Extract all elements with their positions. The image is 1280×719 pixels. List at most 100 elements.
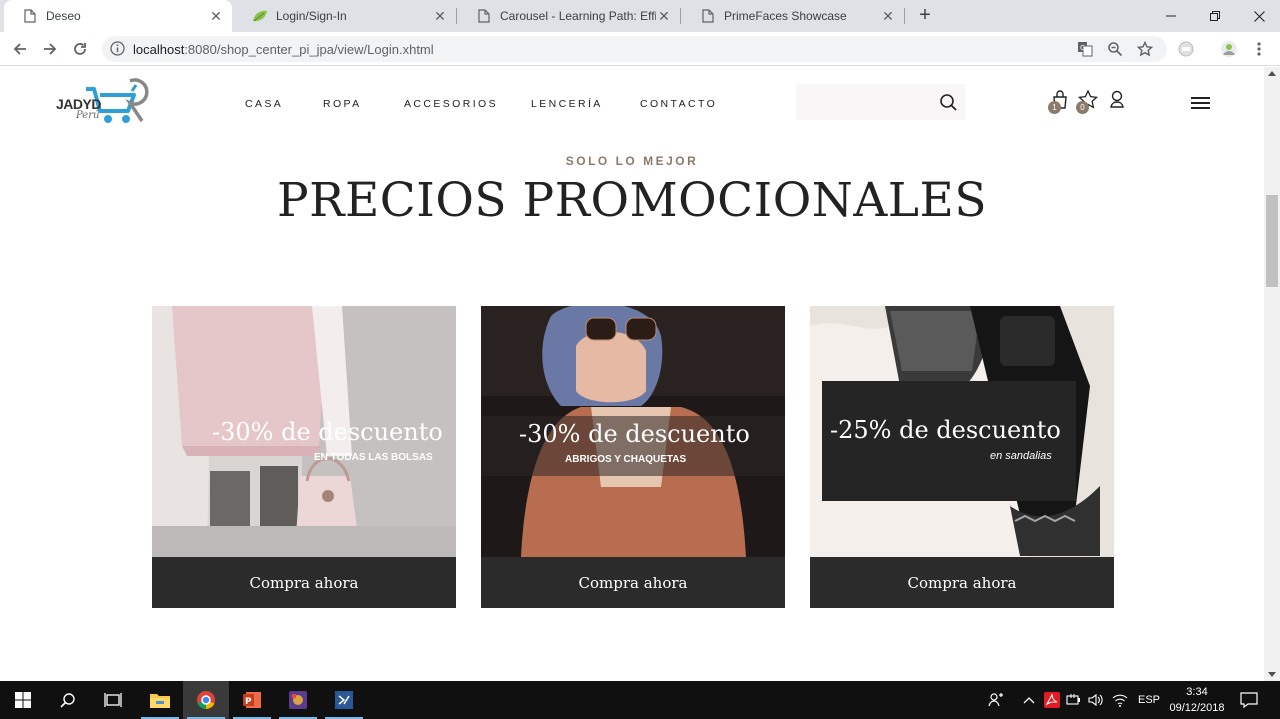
scroll-thumb[interactable] xyxy=(1266,195,1278,287)
site-logo[interactable]: JADYD Perú xyxy=(56,75,158,131)
nav-ropa[interactable]: ROPA xyxy=(323,98,362,110)
promo-card-coats: -30% de descuento ABRIGOS Y CHAQUETAS Co… xyxy=(481,306,785,608)
brand-subtitle: Perú xyxy=(76,110,100,121)
folder-icon xyxy=(150,694,170,708)
tab-login[interactable]: Login/Sign-In ✕ xyxy=(234,0,456,32)
wishlist-button[interactable]: 0 xyxy=(1076,89,1099,114)
nav-casa[interactable]: CASA xyxy=(245,98,283,110)
game-icon xyxy=(289,691,307,709)
back-button[interactable] xyxy=(8,37,32,61)
bookmark-star-icon[interactable] xyxy=(1137,41,1153,57)
battery-icon[interactable] xyxy=(1066,681,1082,719)
scroll-up-icon[interactable] xyxy=(1268,71,1276,76)
tab-primefaces[interactable]: PrimeFaces Showcase ✕ xyxy=(682,0,904,32)
tab-bar: Deseo ✕ Login/Sign-In ✕ Carousel - Learn… xyxy=(0,0,1280,32)
wifi-icon[interactable] xyxy=(1112,681,1128,719)
page-icon xyxy=(476,8,492,24)
promo-subtitle: ABRIGOS Y CHAQUETAS xyxy=(565,454,687,465)
tab-divider xyxy=(456,8,457,24)
notifications-icon[interactable] xyxy=(1240,681,1258,719)
tab-title: Carousel - Learning Path: Efficien xyxy=(500,9,656,23)
info-icon[interactable] xyxy=(110,41,125,61)
search-input[interactable] xyxy=(796,84,936,120)
user-icon xyxy=(1110,90,1124,108)
tab-deseo[interactable]: Deseo ✕ xyxy=(4,0,232,32)
buy-now-button[interactable]: Compra ahora xyxy=(810,557,1114,608)
promo-discount: -30% de descuento xyxy=(519,420,750,448)
promo-image-coats[interactable]: -30% de descuento ABRIGOS Y CHAQUETAS xyxy=(481,306,785,557)
tab-carousel[interactable]: Carousel - Learning Path: Efficien ✕ xyxy=(458,0,680,32)
start-button[interactable] xyxy=(0,681,46,719)
game-app-button[interactable] xyxy=(275,681,321,719)
chrome-icon xyxy=(197,691,215,710)
close-icon[interactable]: ✕ xyxy=(432,8,448,24)
restore-button[interactable] xyxy=(1193,0,1237,32)
promo-card-sandals: -25% de descuento en sandalias Compra ah… xyxy=(810,306,1114,608)
page-icon xyxy=(700,8,716,24)
system-clock[interactable]: 3:34 09/12/2018 xyxy=(1164,684,1230,716)
promo-subtitle: en sandalias xyxy=(990,450,1052,462)
page-viewport: JADYD Perú CASA ROPA ACCESORIOS LENCERÍA… xyxy=(0,67,1264,681)
clock-date: 09/12/2018 xyxy=(1169,702,1225,714)
close-icon[interactable]: ✕ xyxy=(880,8,896,24)
svg-text:P: P xyxy=(245,697,252,707)
hamburger-menu-icon[interactable] xyxy=(1191,97,1210,109)
volume-icon[interactable] xyxy=(1088,681,1104,719)
translate-icon[interactable]: G xyxy=(1077,41,1093,57)
section-title: PRECIOS PROMOCIONALES xyxy=(276,173,988,228)
reload-button[interactable] xyxy=(68,37,92,61)
powerpoint-button[interactable]: P xyxy=(229,681,275,719)
minimize-button[interactable] xyxy=(1149,0,1193,32)
tab-divider xyxy=(680,8,681,24)
nav-lenceria[interactable]: LENCERÍA xyxy=(531,98,603,110)
acrobat-icon[interactable] xyxy=(1044,681,1060,719)
menu-kebab-icon[interactable] xyxy=(1247,37,1271,61)
buy-now-button[interactable]: Compra ahora xyxy=(481,557,785,608)
nav-contacto[interactable]: CONTACTO xyxy=(640,98,717,110)
leaf-icon xyxy=(252,8,268,24)
search-icon[interactable] xyxy=(938,92,958,112)
search-taskbar-button[interactable] xyxy=(45,681,91,719)
account-button[interactable] xyxy=(1107,89,1129,111)
svg-text:G: G xyxy=(1080,44,1085,52)
close-icon[interactable]: ✕ xyxy=(208,8,224,24)
browser-toolbar: localhost:8080/shop_center_pi_jpa/view/L… xyxy=(0,32,1280,66)
windows-taskbar: P ESP 3:34 09/12/2018 xyxy=(0,681,1280,719)
promo-card-bags: -30% de descuento EN TODAS LAS BOLSAS Co… xyxy=(152,306,456,608)
search-icon xyxy=(60,693,75,708)
language-indicator[interactable]: ESP xyxy=(1138,681,1160,719)
zoom-icon[interactable] xyxy=(1107,41,1123,57)
chevron-up-icon[interactable] xyxy=(1023,681,1035,719)
section-kicker: SOLO LO MEJOR xyxy=(565,154,699,168)
new-tab-button[interactable]: + xyxy=(914,5,936,26)
close-window-button[interactable] xyxy=(1237,0,1280,32)
tab-title: Login/Sign-In xyxy=(276,9,347,23)
wishlist-count-badge: 0 xyxy=(1076,101,1089,114)
promo-image-bags[interactable]: -30% de descuento EN TODAS LAS BOLSAS xyxy=(152,306,456,557)
promo-discount: -30% de descuento xyxy=(212,418,443,446)
tab-title: PrimeFaces Showcase xyxy=(724,9,847,23)
address-bar[interactable]: localhost:8080/shop_center_pi_jpa/view/L… xyxy=(102,36,1167,62)
extension-icon[interactable] xyxy=(1174,37,1198,61)
file-explorer-button[interactable] xyxy=(137,681,183,719)
promo-image-sandals[interactable]: -25% de descuento en sandalias xyxy=(810,306,1114,557)
chrome-button[interactable] xyxy=(183,681,229,719)
forward-button[interactable] xyxy=(38,37,62,61)
nav-accesorios[interactable]: ACCESORIOS xyxy=(404,98,498,110)
cart-button[interactable]: 1 xyxy=(1048,89,1072,114)
visual-studio-icon xyxy=(335,691,353,709)
powerpoint-icon: P xyxy=(243,692,261,708)
page-icon xyxy=(22,8,38,24)
tab-divider xyxy=(904,8,905,24)
visual-studio-button[interactable] xyxy=(321,681,367,719)
page-scrollbar[interactable] xyxy=(1264,67,1280,681)
task-view-button[interactable] xyxy=(90,681,136,719)
close-icon[interactable]: ✕ xyxy=(656,8,672,24)
people-icon[interactable] xyxy=(988,681,1004,719)
profile-avatar[interactable] xyxy=(1217,37,1241,61)
site-search xyxy=(796,84,965,120)
promo-subtitle: EN TODAS LAS BOLSAS xyxy=(314,452,433,463)
tab-title: Deseo xyxy=(46,9,81,23)
scroll-down-icon[interactable] xyxy=(1268,672,1276,677)
buy-now-button[interactable]: Compra ahora xyxy=(152,557,456,608)
